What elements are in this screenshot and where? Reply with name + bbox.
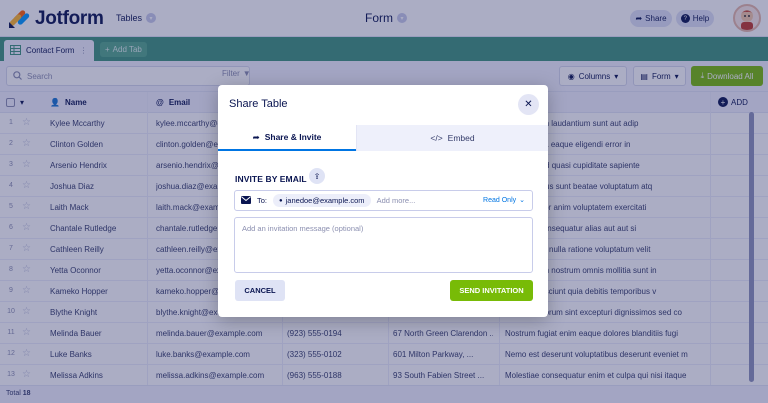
close-icon: ✕ — [524, 99, 533, 110]
tab-embed-label: Embed — [447, 133, 475, 143]
cancel-button[interactable]: CANCEL — [235, 280, 285, 301]
recipient-email: janedoe@example.com — [285, 196, 365, 205]
invite-by-email-heading: INVITE BY EMAIL — [235, 174, 307, 184]
send-invitation-button[interactable]: SEND INVITATION — [450, 280, 533, 301]
permission-label: Read Only — [483, 196, 517, 204]
invitation-message-textarea[interactable]: Add an invitation message (optional) — [234, 217, 533, 273]
permission-dropdown[interactable]: Read Only ⌄ — [483, 196, 525, 205]
modal-title: Share Table — [229, 98, 288, 110]
recipients-field[interactable]: To: ● janedoe@example.com Add more... Re… — [234, 190, 533, 211]
add-more-input[interactable]: Add more... — [377, 196, 416, 205]
tab-share-label: Share & Invite — [264, 132, 322, 142]
envelope-icon — [241, 195, 251, 206]
upload-contacts-button[interactable]: ⇪ — [309, 168, 325, 184]
share-arrow-icon: ➦ — [252, 131, 260, 142]
upload-icon: ⇪ — [313, 171, 321, 181]
share-table-modal: Share Table ✕ ➦ Share & Invite </> Embed… — [218, 85, 548, 317]
tab-share-invite[interactable]: ➦ Share & Invite — [218, 125, 356, 151]
chevron-down-icon: ⌄ — [519, 197, 525, 204]
tab-embed[interactable]: </> Embed — [356, 125, 548, 151]
message-placeholder: Add an invitation message (optional) — [242, 224, 364, 233]
close-button[interactable]: ✕ — [518, 94, 539, 115]
to-label: To: — [257, 196, 268, 205]
person-icon: ● — [279, 197, 283, 204]
code-icon: </> — [430, 133, 443, 143]
recipient-chip[interactable]: ● janedoe@example.com — [273, 194, 371, 207]
